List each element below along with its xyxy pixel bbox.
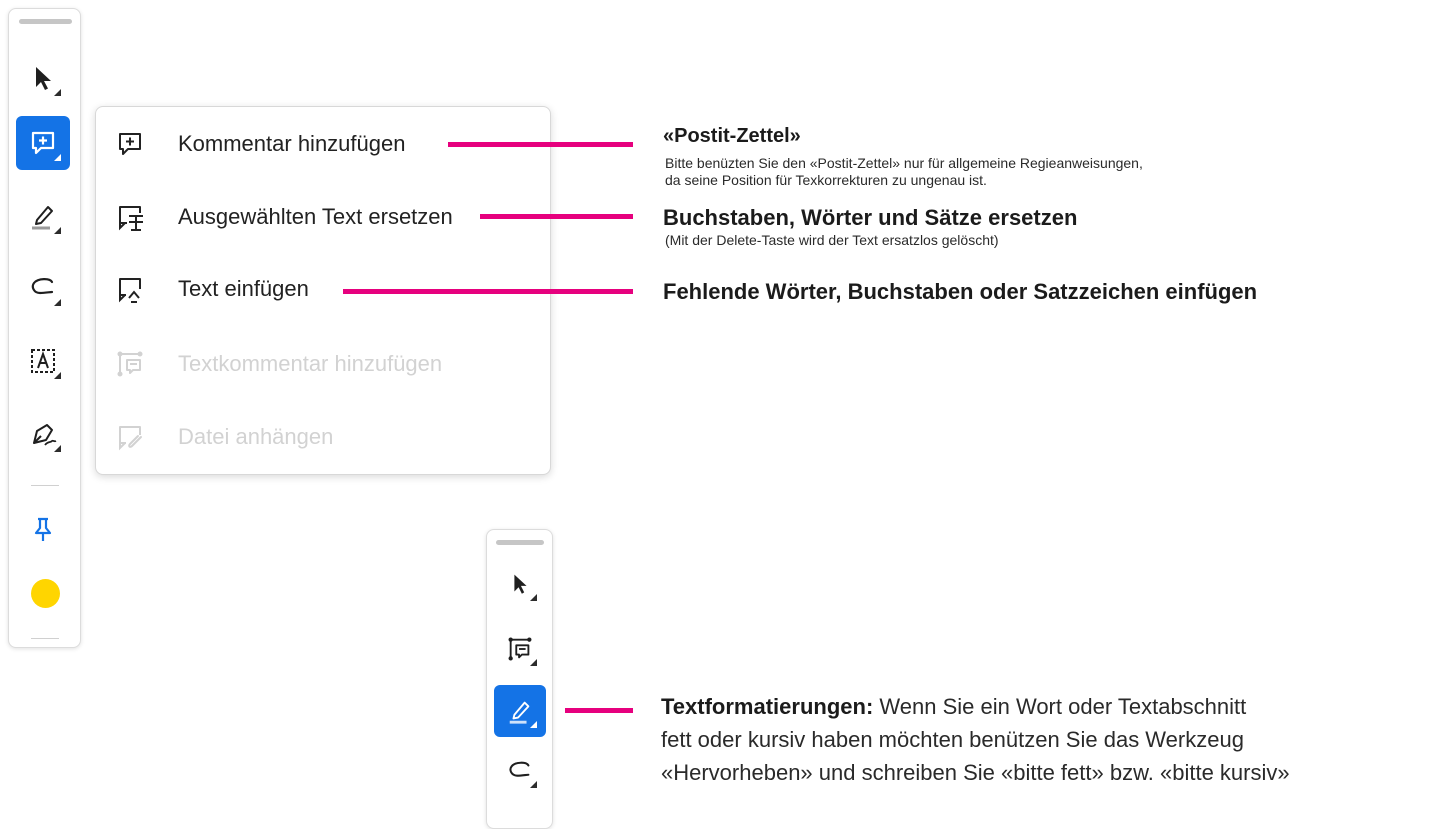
replace-title: Buchstaben, Wörter und Sätze ersetzen	[663, 205, 1078, 230]
attach-file-icon	[119, 426, 142, 451]
submenu-indicator-icon	[530, 659, 537, 666]
annotation-line-insert	[343, 289, 633, 294]
select-tool-button[interactable]	[16, 51, 70, 105]
drag-handle[interactable]	[496, 540, 544, 545]
toolbar-divider	[31, 638, 59, 639]
draw-tool-button[interactable]	[494, 745, 546, 797]
menu-item-label: Text einfügen	[178, 276, 309, 301]
formatting-line-2: fett oder kursiv haben möchten benützen …	[661, 727, 1244, 752]
insert-title: Fehlende Wörter, Buchstaben oder Satzzei…	[663, 279, 1258, 304]
menu-item-attach-file: Datei anhängen	[96, 407, 550, 467]
postit-description-line-1: Bitte benüzten Sie den «Postit-Zettel» n…	[665, 155, 1143, 171]
postit-description-line-2: da seine Position für Texkorrekturen zu …	[665, 172, 987, 188]
submenu-indicator-icon	[530, 594, 537, 601]
menu-item-label: Ausgewählten Text ersetzen	[178, 204, 453, 229]
submenu-indicator-icon	[530, 781, 537, 788]
replace-description: (Mit der Delete-Taste wird der Text ersa…	[665, 232, 999, 248]
formatting-label: Textformatierungen:	[661, 694, 874, 719]
annotation-line-replace	[480, 214, 633, 219]
formatting-line-3: «Hervorheben» und schreiben Sie «bitte f…	[661, 760, 1290, 785]
pin-button[interactable]	[16, 502, 70, 556]
add-comment-tool-button[interactable]	[16, 116, 70, 170]
text-comment-tool-button[interactable]	[494, 623, 546, 675]
text-comment-icon	[117, 351, 143, 377]
sign-tool-button[interactable]	[16, 407, 70, 461]
add-comment-icon	[119, 133, 141, 155]
menu-item-label: Kommentar hinzufügen	[178, 131, 406, 156]
submenu-indicator-icon	[530, 721, 537, 728]
submenu-indicator-icon	[54, 372, 61, 379]
menu-item-text-comment: Textkommentar hinzufügen	[96, 334, 550, 394]
replace-text-icon	[119, 206, 143, 231]
menu-item-label: Datei anhängen	[178, 424, 334, 449]
color-swatch[interactable]	[31, 579, 60, 608]
edit-toolbar	[486, 529, 553, 829]
text-box-tool-button[interactable]	[16, 334, 70, 388]
draw-tool-button[interactable]	[16, 261, 70, 315]
pin-icon	[34, 517, 52, 541]
formatting-line-1: Textformatierungen: Wenn Sie ein Wort od…	[661, 690, 1246, 723]
submenu-indicator-icon	[54, 445, 61, 452]
comment-toolbar	[8, 8, 81, 648]
annotation-line-formatting	[565, 708, 633, 713]
submenu-indicator-icon	[54, 89, 61, 96]
menu-item-label: Textkommentar hinzufügen	[178, 351, 443, 376]
postit-title: «Postit-Zettel»	[663, 125, 801, 147]
highlight-tool-button[interactable]	[16, 189, 70, 243]
annotation-line-postit	[448, 142, 633, 147]
highlight-tool-button[interactable]	[494, 685, 546, 737]
select-tool-button[interactable]	[494, 558, 546, 610]
drag-handle[interactable]	[19, 19, 72, 24]
formatting-line-1-text: Wenn Sie ein Wort oder Textabschnitt	[873, 694, 1247, 719]
submenu-indicator-icon	[54, 154, 61, 161]
submenu-indicator-icon	[54, 227, 61, 234]
submenu-indicator-icon	[54, 299, 61, 306]
toolbar-divider	[31, 485, 59, 486]
insert-text-icon	[119, 278, 141, 303]
